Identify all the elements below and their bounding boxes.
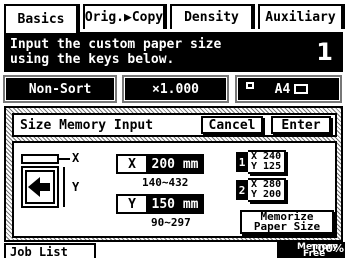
y-axis-label: Y <box>118 196 148 212</box>
tab-basics[interactable]: Basics <box>4 4 78 33</box>
message-line-2: using the keys below. <box>10 52 175 67</box>
memory-percent: 100% <box>310 242 344 255</box>
tab-density[interactable]: Density <box>170 4 253 29</box>
memory-2-values: X 280 Y 200 <box>248 178 287 202</box>
panel-title: Size Memory Input <box>20 118 154 133</box>
message-bar: Input the custom paper size using the ke… <box>4 32 343 72</box>
x-dimension-button[interactable]: X 200 mm <box>116 154 204 174</box>
y-dimension-value: 150 mm <box>151 196 199 212</box>
tab-auxiliary[interactable]: Auxiliary <box>258 4 343 29</box>
diagram-y-label: Y <box>72 180 80 194</box>
enter-button[interactable]: Enter <box>271 116 331 134</box>
x-axis-label: X <box>118 156 148 172</box>
message-text: Input the custom paper size using the ke… <box>10 37 221 67</box>
message-line-1: Input the custom paper size <box>10 37 222 52</box>
memorize-paper-size-button[interactable]: Memorize Paper Size <box>240 210 334 234</box>
diagram-x-label: X <box>72 151 80 165</box>
job-list-button[interactable]: Job List <box>4 243 96 258</box>
zoom-status: ×1.000 <box>122 75 229 103</box>
panel-header: Size Memory Input Cancel Enter <box>12 113 337 137</box>
paper-status: A4 <box>235 75 342 103</box>
memory-1-y: Y 125 <box>251 161 282 172</box>
sort-status: Non-Sort <box>3 75 117 103</box>
memory-1-index: 1 <box>236 152 248 172</box>
size-memory-panel: Size Memory Input Cancel Enter X Y X 200… <box>4 106 343 242</box>
x-dimension-value: 200 mm <box>151 156 199 172</box>
y-range: 90∼297 <box>151 216 191 229</box>
paper-size-label: A4 <box>274 81 291 97</box>
memory-status: Memory Free 100% <box>277 242 345 258</box>
paper-orientation-icon <box>294 84 309 94</box>
cancel-button[interactable]: Cancel <box>201 116 263 134</box>
paper-tray-icon <box>246 82 254 89</box>
memory-slot-1[interactable]: 1 X 240 Y 125 <box>236 150 296 174</box>
memory-2-index: 2 <box>236 180 248 200</box>
memory-1-values: X 240 Y 125 <box>248 150 287 174</box>
x-range: 140∼432 <box>142 176 189 189</box>
paper-size-diagram <box>21 154 70 208</box>
memory-2-y: Y 200 <box>251 189 282 200</box>
memory-slot-2[interactable]: 2 X 280 Y 200 <box>236 178 296 202</box>
panel-body: X Y X 200 mm 140∼432 Y 150 mm 90∼297 1 X… <box>12 141 337 238</box>
tab-orig-copy[interactable]: Orig.▶Copy <box>83 4 165 29</box>
memorize-line-2: Paper Size <box>253 220 321 233</box>
y-dimension-button[interactable]: Y 150 mm <box>116 194 204 214</box>
copy-count: 1 <box>316 38 333 66</box>
